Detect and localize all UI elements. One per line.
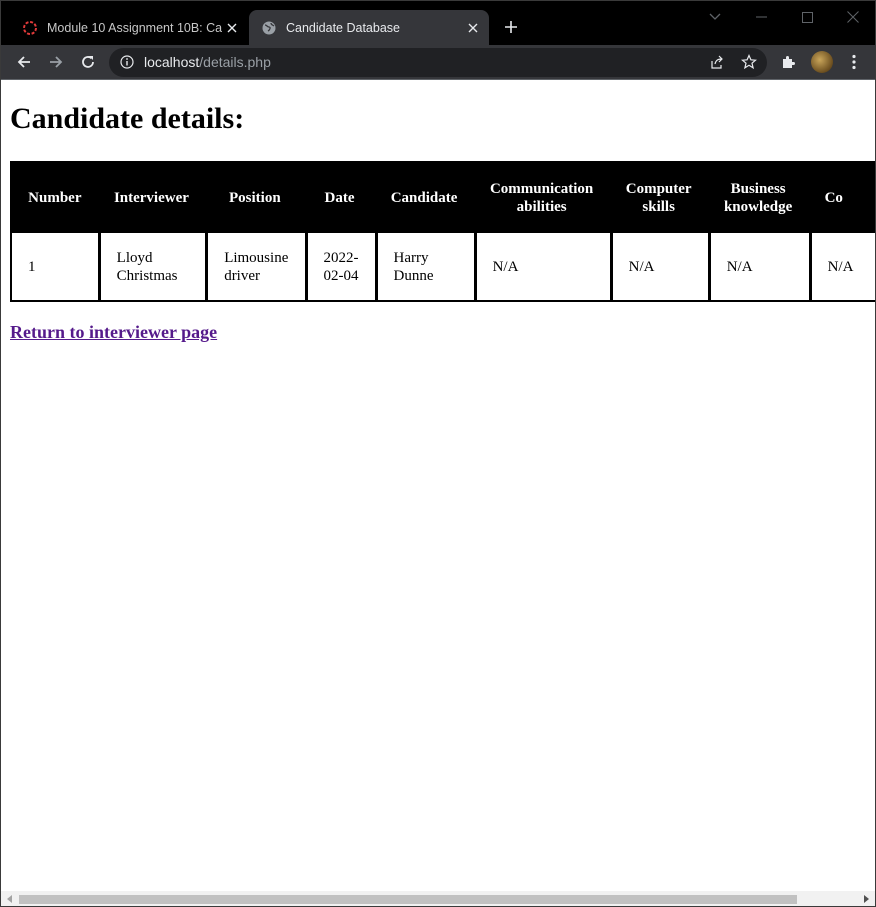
browser-toolbar: localhost/details.php bbox=[1, 45, 875, 80]
puzzle-piece-icon bbox=[783, 56, 795, 68]
minimize-button[interactable] bbox=[751, 7, 771, 27]
bookmark-star-icon[interactable] bbox=[741, 54, 757, 70]
globe-icon bbox=[262, 21, 276, 34]
cell-candidate: Harry Dunne bbox=[374, 233, 474, 300]
cell-number: 1 bbox=[12, 233, 98, 300]
tab-candidate-database[interactable]: Candidate Database bbox=[249, 10, 489, 45]
cell-communication: N/A bbox=[473, 233, 610, 300]
cell-computer-skills: N/A bbox=[609, 233, 708, 300]
new-tab-button[interactable] bbox=[500, 16, 522, 38]
reload-button[interactable] bbox=[76, 50, 100, 74]
chevron-down-icon bbox=[709, 13, 721, 20]
cell-date: 2022-02-04 bbox=[304, 233, 375, 300]
table-row: 1 Lloyd Christmas Limousine driver 2022-… bbox=[12, 233, 875, 300]
cell-interviewer: Lloyd Christmas bbox=[97, 233, 206, 300]
url-path: /details.php bbox=[199, 54, 271, 70]
scroll-left-arrow-icon[interactable] bbox=[5, 894, 15, 904]
page-title: Candidate details: bbox=[10, 102, 245, 135]
url-text: localhost/details.php bbox=[144, 54, 271, 70]
cell-business-knowledge: N/A bbox=[707, 233, 809, 300]
column-header-number: Number bbox=[12, 163, 98, 233]
cell-truncated: N/A bbox=[808, 233, 875, 300]
browser-menu-button[interactable] bbox=[842, 50, 866, 74]
extensions-button[interactable] bbox=[777, 50, 801, 74]
kebab-menu-icon bbox=[852, 54, 856, 70]
column-header-date: Date bbox=[304, 163, 375, 233]
url-host: localhost bbox=[144, 54, 200, 70]
address-bar[interactable]: localhost/details.php bbox=[109, 48, 767, 77]
back-button[interactable] bbox=[12, 50, 36, 74]
canvas-logo-icon bbox=[23, 20, 37, 35]
column-header-interviewer: Interviewer bbox=[97, 163, 206, 233]
tab-search-button[interactable] bbox=[705, 7, 725, 27]
table-header-row: Number Interviewer Position Date Candida… bbox=[12, 163, 875, 233]
scrollbar-thumb[interactable] bbox=[19, 895, 797, 904]
candidate-details-table: Number Interviewer Position Date Candida… bbox=[10, 161, 875, 302]
tab-title: Module 10 Assignment 10B: Candidate bbox=[47, 20, 222, 35]
column-header-truncated: Co bbox=[808, 163, 875, 233]
close-window-button[interactable] bbox=[843, 7, 863, 27]
share-icon[interactable] bbox=[709, 55, 724, 70]
close-tab-icon[interactable] bbox=[222, 18, 242, 38]
info-icon[interactable] bbox=[120, 55, 134, 69]
column-header-communication: Communication abilities bbox=[473, 163, 610, 233]
plus-icon bbox=[505, 21, 517, 33]
scroll-right-arrow-icon[interactable] bbox=[861, 894, 871, 904]
page-content: Candidate details: Number Interviewer Po… bbox=[1, 81, 875, 891]
tab-title: Candidate Database bbox=[286, 20, 400, 35]
arrow-left-icon bbox=[17, 56, 30, 68]
maximize-icon bbox=[801, 11, 813, 23]
column-header-computer-skills: Computer skills bbox=[609, 163, 708, 233]
browser-window: Module 10 Assignment 10B: Candidate Cand… bbox=[0, 0, 876, 907]
forward-button[interactable] bbox=[44, 50, 68, 74]
cell-position: Limousine driver bbox=[205, 233, 305, 300]
close-icon bbox=[847, 11, 859, 23]
profile-avatar[interactable] bbox=[811, 51, 833, 73]
maximize-button[interactable] bbox=[797, 7, 817, 27]
horizontal-scrollbar[interactable] bbox=[1, 891, 875, 906]
minimize-icon bbox=[755, 16, 767, 18]
column-header-business-knowledge: Business knowledge bbox=[707, 163, 809, 233]
tab-strip: Module 10 Assignment 10B: Candidate Cand… bbox=[1, 1, 875, 45]
tab-module-assignment[interactable]: Module 10 Assignment 10B: Candidate bbox=[10, 10, 248, 45]
close-tab-icon[interactable] bbox=[463, 18, 483, 38]
return-to-interviewer-link[interactable]: Return to interviewer page bbox=[10, 322, 217, 343]
reload-icon bbox=[82, 56, 94, 68]
column-header-position: Position bbox=[205, 163, 305, 233]
arrow-right-icon bbox=[50, 56, 63, 68]
column-header-candidate: Candidate bbox=[374, 163, 474, 233]
